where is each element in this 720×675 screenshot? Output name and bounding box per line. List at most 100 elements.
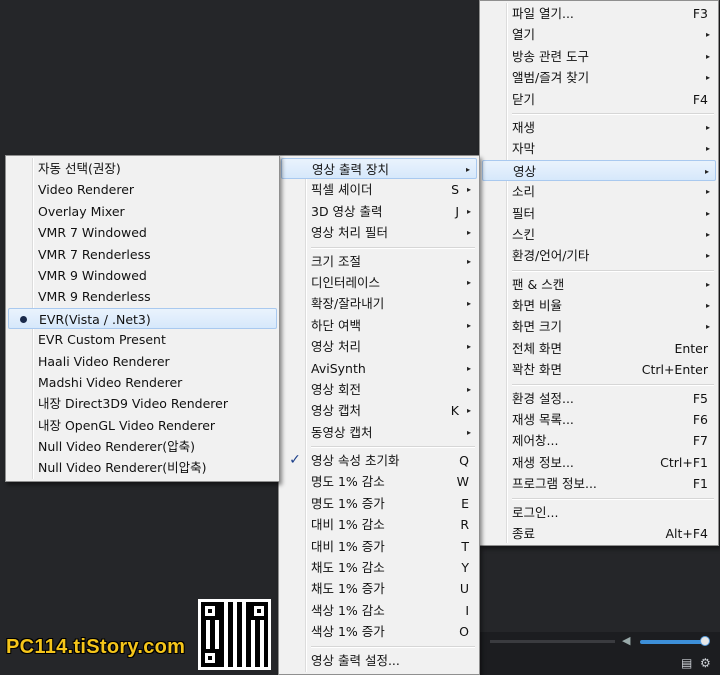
speaker-icon[interactable]: ◀ — [622, 634, 630, 647]
main-menu-item[interactable]: 팬 & 스캔 ▸ — [482, 274, 716, 295]
main-menu-item-label: 화면 크기 — [512, 319, 562, 335]
seek-bar[interactable] — [490, 640, 615, 643]
submenu-arrow-icon: ▸ — [704, 166, 709, 176]
main-menu-item[interactable]: 필터 ▸ — [482, 203, 716, 224]
renderer-menu-item-label: Overlay Mixer — [38, 203, 125, 219]
shortcut-label: F7 — [692, 433, 708, 449]
main-menu-item[interactable]: 스킨 ▸ — [482, 224, 716, 245]
renderer-menu-item[interactable]: VMR 9 Renderless — [8, 286, 277, 307]
video-menu-item[interactable]: 크기 조절 ▸ — [281, 251, 477, 272]
renderer-menu-item[interactable]: 내장 Direct3D9 Video Renderer — [8, 393, 277, 414]
video-menu-item[interactable]: 영상 출력 설정... — [281, 650, 477, 671]
submenu-arrow-icon: ▸ — [466, 320, 471, 330]
renderer-menu-item[interactable]: Haali Video Renderer — [8, 351, 277, 372]
video-menu-item[interactable]: 대비 1% 증가 T — [281, 536, 477, 557]
video-menu-item[interactable]: 대비 1% 감소 R — [281, 514, 477, 535]
renderer-menu-item[interactable]: EVR Custom Present — [8, 329, 277, 350]
main-menu-item-label: 앨범/즐겨 찾기 — [512, 70, 590, 86]
renderer-menu-item[interactable]: VMR 7 Renderless — [8, 244, 277, 265]
video-menu-item-label: 영상 처리 필터 — [311, 225, 388, 241]
main-menu-item-label: 환경/언어/기타 — [512, 248, 590, 264]
renderer-menu-item[interactable]: 내장 OpenGL Video Renderer — [8, 415, 277, 436]
main-menu-item[interactable]: 화면 크기 ▸ — [482, 316, 716, 337]
renderer-menu-item[interactable]: Madshi Video Renderer — [8, 372, 277, 393]
submenu-arrow-icon: ▸ — [466, 185, 471, 195]
renderer-menu-item[interactable]: Video Renderer — [8, 179, 277, 200]
main-menu-item[interactable]: 제어창... F7 — [482, 430, 716, 451]
video-menu-item[interactable]: 영상 처리 ▸ — [281, 336, 477, 357]
gear-icon[interactable]: ⚙ — [700, 656, 711, 670]
shortcut-label: Y — [461, 560, 469, 576]
main-menu-item[interactable]: 화면 비율 ▸ — [482, 295, 716, 316]
shortcut-label: F4 — [692, 91, 708, 107]
video-menu-item[interactable]: 영상 캡처 K ▸ — [281, 400, 477, 421]
submenu-arrow-icon: ▸ — [705, 229, 710, 239]
shortcut-label: O — [459, 624, 469, 640]
video-menu-item[interactable]: 확장/잘라내기 ▸ — [281, 293, 477, 314]
video-menu-item[interactable]: 디인터레이스 ▸ — [281, 272, 477, 293]
main-menu-item[interactable]: 앨범/즐겨 찾기 ▸ — [482, 67, 716, 88]
main-menu-item[interactable]: 영상 ▸ — [482, 159, 716, 182]
main-menu-item[interactable]: 소리 ▸ — [482, 181, 716, 202]
video-menu-item[interactable]: 색상 1% 증가 O — [281, 621, 477, 642]
video-menu-item-label: 대비 1% 증가 — [311, 538, 385, 554]
main-menu-item[interactable]: 파일 열기... F3 — [482, 3, 716, 24]
video-menu-item[interactable]: 채도 1% 증가 U — [281, 578, 477, 599]
main-menu-item[interactable]: 재생 ▸ — [482, 117, 716, 138]
video-menu-item[interactable]: 영상 처리 필터 ▸ — [281, 222, 477, 243]
main-menu-item[interactable]: 환경/언어/기타 ▸ — [482, 245, 716, 266]
main-menu-item[interactable]: 열기 ▸ — [482, 24, 716, 45]
video-menu-item-label: AviSynth — [311, 360, 366, 376]
video-menu-item[interactable]: ✓ 영상 속성 초기화 Q — [281, 450, 477, 471]
renderer-menu-item[interactable]: VMR 7 Windowed — [8, 222, 277, 243]
video-menu-item[interactable]: 색상 1% 감소 I — [281, 600, 477, 621]
renderer-menu-item[interactable]: 자동 선택(권장) — [8, 158, 277, 179]
main-menu-item[interactable]: 전체 화면 Enter — [482, 338, 716, 359]
main-menu-item[interactable]: 닫기 F4 — [482, 89, 716, 110]
video-menu-item[interactable]: 영상 출력 장치 ▸ — [281, 158, 477, 180]
renderer-menu-item[interactable]: Overlay Mixer — [8, 201, 277, 222]
main-menu-item[interactable]: 방송 관련 도구 ▸ — [482, 46, 716, 67]
main-menu-item[interactable]: 환경 설정... F5 — [482, 388, 716, 409]
renderer-menu-item[interactable]: EVR(Vista / .Net3) — [8, 307, 277, 330]
checkmark-icon: ✓ — [289, 452, 301, 469]
main-menu-item[interactable]: 프로그램 정보... F1 — [482, 473, 716, 494]
renderer-menu-item[interactable]: VMR 9 Windowed — [8, 265, 277, 286]
volume-slider-handle[interactable] — [700, 636, 710, 646]
video-menu-item-label: 크기 조절 — [311, 253, 361, 269]
video-menu-item[interactable]: 명도 1% 증가 E — [281, 493, 477, 514]
main-menu-item[interactable]: 로그인... — [482, 502, 716, 523]
submenu-arrow-icon: ▸ — [705, 144, 710, 154]
video-menu-item[interactable]: 하단 여백 ▸ — [281, 315, 477, 336]
main-menu-item[interactable]: 재생 정보... Ctrl+F1 — [482, 452, 716, 473]
video-menu-item[interactable]: 동영상 캡처 ▸ — [281, 422, 477, 443]
renderer-menu-item-label: Haali Video Renderer — [38, 353, 170, 369]
main-menu-item-label: 영상 — [513, 163, 537, 179]
video-menu-item[interactable]: AviSynth ▸ — [281, 358, 477, 379]
renderer-menu-item[interactable]: Null Video Renderer(압축) — [8, 436, 277, 457]
video-menu-item[interactable]: 픽셀 셰이더 S ▸ — [281, 179, 477, 200]
video-menu-item[interactable]: 명도 1% 감소 W — [281, 471, 477, 492]
video-menu-item[interactable]: 채도 1% 감소 Y — [281, 557, 477, 578]
main-menu-item-label: 파일 열기... — [512, 6, 574, 21]
submenu-arrow-icon: ▸ — [705, 30, 710, 40]
renderer-menu-item-label: Null Video Renderer(압축) — [38, 439, 195, 455]
playlist-icon[interactable]: ▤ — [681, 656, 692, 670]
volume-slider[interactable] — [640, 640, 706, 644]
renderer-menu-item[interactable]: Null Video Renderer(비압축) — [8, 457, 277, 478]
video-output-device-submenu: 자동 선택(권장) Video Renderer Overlay Mixer VMR … — [5, 155, 280, 482]
video-menu-item[interactable]: 영상 회전 ▸ — [281, 379, 477, 400]
main-menu-item[interactable]: 종료 Alt+F4 — [482, 523, 716, 544]
submenu-arrow-icon: ▸ — [465, 165, 470, 174]
main-menu-item-label: 프로그램 정보... — [512, 476, 597, 492]
shortcut-label: R — [460, 517, 469, 533]
renderer-menu-item-label: VMR 7 Renderless — [38, 246, 151, 262]
main-menu-item-label: 열기 — [512, 27, 536, 43]
main-menu-item[interactable]: 자막 ▸ — [482, 138, 716, 159]
main-menu-item[interactable]: 꽉찬 화면 Ctrl+Enter — [482, 359, 716, 380]
menu-separator — [512, 267, 716, 274]
renderer-menu-item-label: 자동 선택(권장) — [38, 161, 121, 176]
main-menu-item[interactable]: 재생 목록... F6 — [482, 409, 716, 430]
watermark: PC114.tiStory.com — [6, 636, 186, 658]
video-menu-item[interactable]: 3D 영상 출력 J ▸ — [281, 201, 477, 222]
